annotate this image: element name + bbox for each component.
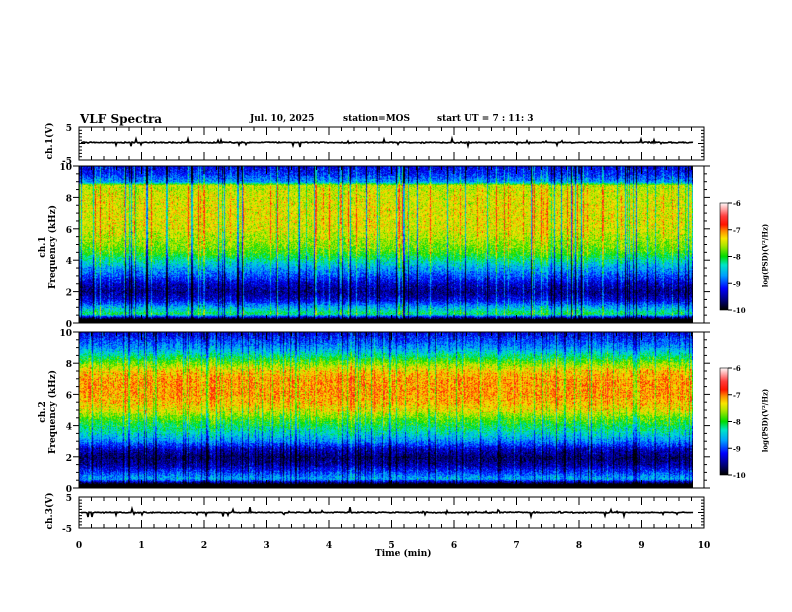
colorbar-tick-label: -6 (733, 199, 741, 208)
ch3-waveform-line (80, 505, 694, 520)
colorbar-tick-label: -9 (733, 279, 741, 288)
colorbar-tick-label: -9 (733, 444, 741, 453)
colorbar-tick-label: -8 (733, 418, 741, 427)
x-tick-label: 1 (138, 541, 144, 551)
x-tick-label: 2 (201, 541, 207, 551)
colorbar-frame (719, 367, 729, 476)
panel-frame (78, 331, 705, 489)
y-tick-label: 5 (66, 124, 72, 134)
axes-layer: 5-55-50246810-6-7-8-9-100246810-6-7-8-9-… (59, 124, 746, 551)
y-tick-label: 10 (59, 163, 72, 173)
y-tick-label: 6 (66, 226, 72, 236)
y-tick-label: 8 (66, 360, 72, 370)
colorbar-tick-label: -7 (733, 226, 741, 235)
x-tick-label: 0 (76, 541, 82, 551)
y-tick-label: 2 (66, 289, 72, 299)
y-tick-label: 8 (66, 194, 72, 204)
colorbar-frame (719, 202, 729, 311)
y-tick-label: 4 (66, 257, 72, 267)
x-tick-label: 8 (576, 541, 582, 551)
y-tick-label: 2 (66, 454, 72, 464)
y-tick-label: 10 (59, 329, 72, 339)
x-tick-label: 5 (388, 541, 394, 551)
x-tick-label: 3 (263, 541, 269, 551)
x-tick-label: 7 (513, 541, 519, 551)
y-tick-label: 5 (66, 494, 72, 504)
colorbar-tick-label: -7 (733, 391, 741, 400)
panel-frame (78, 165, 705, 324)
y-tick-label: 0 (66, 485, 72, 495)
colorbar-tick-label: -10 (733, 471, 746, 480)
y-tick-label: 4 (66, 423, 72, 433)
x-tick-label: 10 (698, 541, 711, 551)
y-tick-label: 6 (66, 391, 72, 401)
ch1-waveform-line (80, 135, 694, 149)
colorbar-tick-label: -8 (733, 253, 741, 262)
y-tick-label: -5 (62, 525, 72, 535)
colorbar-tick-label: -6 (733, 364, 741, 373)
colorbar-tick-label: -10 (733, 306, 746, 315)
x-tick-label: 9 (638, 541, 644, 551)
x-tick-label: 4 (326, 541, 332, 551)
x-tick-label: 6 (451, 541, 457, 551)
